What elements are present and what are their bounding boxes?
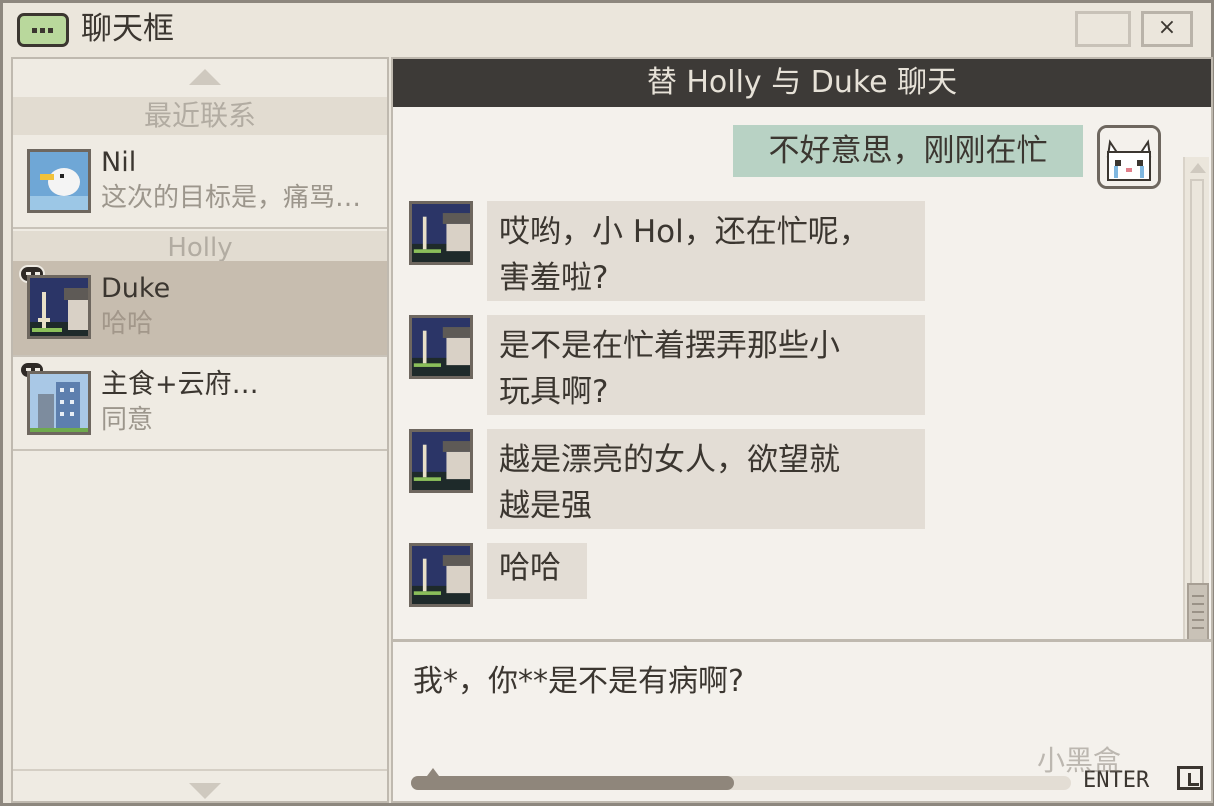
chat-bubble-icon [17,13,69,47]
progress-marker-icon [427,768,439,776]
message-bubble-incoming: 哎哟，小 Hol，还在忙呢， 害羞啦? [487,201,925,301]
enter-key-icon[interactable] [1177,766,1203,790]
divider [13,769,387,771]
message-bubble-incoming: 哈哈 [487,543,587,599]
avatar-duke [27,275,91,339]
contact-preview: 这次的目标是，痛骂… [101,183,362,213]
scroll-track[interactable] [1190,179,1204,623]
chat-header: 替 Holly 与 Duke 聊天 [393,59,1211,107]
message-bubble-incoming: 越是漂亮的女人，欲望就 越是强 [487,429,925,529]
avatar-duke [409,201,473,265]
avatar-duke [409,543,473,607]
message-bubble-incoming: 是不是在忙着摆弄那些小 玩具啊? [487,315,925,415]
typing-progress-bar [411,768,1071,790]
contact-item-nil[interactable]: Nil 这次的目标是，痛骂… [13,135,387,229]
contact-preview: 同意 [101,405,154,435]
chat-panel: 替 Holly 与 Duke 聊天 不好意思，刚刚在忙 哎哟，小 Hol，还在忙… [391,57,1213,803]
contact-list-panel: 最近联系 Nil 这次的目标是，痛骂… Holly Duke 哈哈 主食+云府…… [11,57,389,803]
avatar-duke [409,429,473,493]
contact-name: 主食+云府… [101,369,259,400]
section-header-holly: Holly [13,231,387,265]
chat-window: 聊天框 × 最近联系 Nil 这次的目标是，痛骂… Holly Duke 哈哈 … [0,0,1214,806]
message-bubble-outgoing: 不好意思，刚刚在忙 [733,125,1083,177]
contact-name: Nil [101,147,137,178]
avatar-nil [27,149,91,213]
watermark: 小黑盒 [1037,744,1122,777]
typing-progress-fill [411,776,735,790]
message-input[interactable]: 我*，你**是不是有病啊? [413,662,744,702]
message-list[interactable]: 不好意思，刚刚在忙 哎哟，小 Hol，还在忙呢， 害羞啦? 是不是在忙着摆弄那些… [393,107,1211,665]
avatar-duke [409,315,473,379]
contact-item-duke[interactable]: Duke 哈哈 [13,261,387,357]
contact-preview: 哈哈 [101,309,154,339]
scroll-up-arrow-icon[interactable] [1190,163,1206,173]
crying-cat-avatar-icon [1097,125,1161,189]
window-title: 聊天框 [81,11,174,47]
chat-scrollbar[interactable] [1183,157,1209,665]
scroll-down-arrow-icon[interactable] [189,783,221,799]
contact-item-group[interactable]: 主食+云府… 同意 [13,357,387,451]
scroll-thumb[interactable] [1187,583,1209,641]
scroll-up-arrow-icon[interactable] [189,69,221,85]
avatar-group [27,371,91,435]
title-bar: 聊天框 × [3,3,1211,53]
close-button[interactable]: × [1141,11,1193,47]
contact-name: Duke [101,273,171,304]
maximize-button[interactable] [1073,9,1133,49]
section-header-recent: 最近联系 [13,97,387,135]
